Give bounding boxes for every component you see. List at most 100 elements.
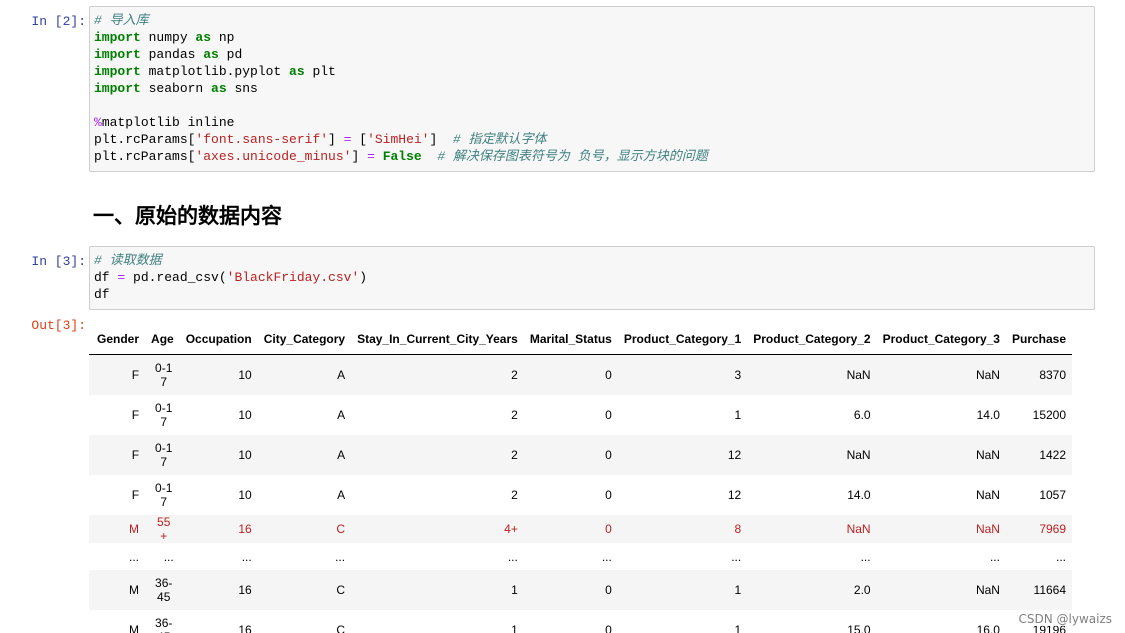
operator: = bbox=[367, 149, 375, 164]
table-cell: 15.0 bbox=[847, 623, 871, 633]
table-cell: 0 bbox=[605, 522, 612, 536]
table-row: l2F0-1710A2012NaNNaN1422 bbox=[89, 435, 1073, 475]
table-cell: F bbox=[131, 488, 140, 502]
table-row: l2F0-1710A2016.014.015200 bbox=[89, 395, 1072, 435]
column-header: Marital_Status bbox=[523, 324, 618, 355]
table-cell: NaN bbox=[975, 583, 1000, 597]
table-cell: 16 bbox=[238, 522, 252, 536]
table-cell: 16.0 bbox=[976, 623, 1000, 633]
table-cell: C bbox=[336, 623, 346, 633]
input-prompt-2: In [2]: bbox=[31, 14, 86, 29]
code-text: ] bbox=[351, 149, 368, 164]
table-cell: F bbox=[131, 368, 140, 382]
code-cell-3[interactable]: # 读取数据 df = pd.read_csv('BlackFriday.csv… bbox=[89, 246, 1095, 310]
output-prompt-3: Out[3]: bbox=[31, 318, 86, 333]
code-text: plt.rcParams[ bbox=[94, 149, 196, 164]
age-value: 0-17 bbox=[155, 441, 173, 469]
table-cell: NaN bbox=[975, 448, 1000, 462]
dataframe-output[interactable]: DGenderAgeOccupationCity_CategoryStay_In… bbox=[89, 324, 1125, 633]
table-cell: 36-45 bbox=[145, 610, 180, 633]
code-text: plt.rcParams[ bbox=[94, 132, 196, 147]
table-cell: 1 bbox=[734, 408, 742, 422]
code-editor[interactable]: # 读取数据 df = pd.read_csv('BlackFriday.csv… bbox=[90, 247, 1094, 308]
table-cell: A bbox=[337, 408, 346, 422]
table-cell: A bbox=[337, 488, 346, 502]
table-cell: 2 bbox=[511, 448, 518, 462]
table-cell: 10 bbox=[238, 448, 252, 462]
table-header-row: DGenderAgeOccupationCity_CategoryStay_In… bbox=[89, 324, 1073, 355]
table-cell: M bbox=[129, 522, 140, 536]
code-comment: # 指定默认字体 bbox=[452, 132, 547, 147]
code-cell-2[interactable]: # 导入库 import numpy as np import pandas a… bbox=[89, 6, 1095, 172]
keyword: import bbox=[94, 30, 141, 45]
code-text: sns bbox=[226, 81, 258, 96]
table-cell: A bbox=[337, 368, 346, 382]
table-cell: 0 bbox=[605, 448, 612, 462]
dataframe-table: DGenderAgeOccupationCity_CategoryStay_In… bbox=[89, 324, 1073, 633]
table-cell: NaN bbox=[846, 448, 871, 462]
table-cell: ... bbox=[731, 549, 742, 564]
column-header: Stay_In_Current_City_Years bbox=[351, 324, 524, 355]
table-cell: 12 bbox=[727, 488, 742, 502]
table-cell: NaN bbox=[975, 522, 1000, 536]
table-cell: ... bbox=[507, 549, 518, 564]
table-row: l2F0-1710A203NaNNaN8370 bbox=[89, 354, 1073, 396]
table-cell: 6.0 bbox=[853, 408, 871, 422]
table-cell: 16 bbox=[238, 583, 252, 597]
table-cell: 2 bbox=[511, 368, 518, 382]
code-editor[interactable]: # 导入库 import numpy as np import pandas a… bbox=[90, 7, 1094, 170]
keyword: as bbox=[195, 30, 212, 45]
table-cell: 1 bbox=[511, 583, 518, 597]
table-cell: 15200 bbox=[1032, 408, 1067, 422]
table-cell: F bbox=[131, 448, 140, 462]
table-cell: ... bbox=[1056, 549, 1067, 564]
age-value: 36-45 bbox=[155, 576, 173, 604]
table-cell: 8370 bbox=[1039, 368, 1067, 382]
table-cell: 1057 bbox=[1039, 488, 1067, 502]
table-cell: 1 bbox=[511, 623, 518, 633]
table-cell: 7969 bbox=[1039, 522, 1067, 536]
code-text: pd.read_csv( bbox=[125, 270, 227, 285]
keyword: as bbox=[203, 47, 219, 62]
table-cell: NaN bbox=[975, 488, 1000, 502]
table-cell: ... bbox=[860, 549, 871, 564]
column-header: Age bbox=[145, 324, 180, 355]
column-header: Product_Category_2 bbox=[747, 324, 877, 355]
column-header: Occupation bbox=[179, 324, 258, 355]
table-cell: 0-17 bbox=[145, 395, 180, 435]
table-cell: 14.0 bbox=[976, 408, 1000, 422]
code-text: numpy bbox=[140, 30, 196, 45]
keyword: as bbox=[211, 81, 227, 96]
table-cell: ... bbox=[601, 549, 612, 564]
table-cell: 10 bbox=[238, 368, 252, 382]
table-row: l2F0-1710A201214.0NaN1057 bbox=[89, 475, 1072, 515]
table-cell: ... bbox=[129, 549, 140, 564]
string-literal: 'SimHei' bbox=[367, 132, 430, 147]
table-cell: 2 bbox=[511, 408, 518, 422]
table-cell: 0 bbox=[605, 583, 612, 597]
table-cell: 0-17 bbox=[145, 355, 180, 396]
table-row: ................................. bbox=[89, 543, 1072, 570]
table-cell: 0 bbox=[605, 488, 612, 502]
table-cell: F bbox=[131, 408, 140, 422]
table-cell: 4+ bbox=[504, 522, 518, 536]
column-header: Product_Category_1 bbox=[617, 324, 748, 355]
table-cell: ... bbox=[241, 549, 252, 564]
code-text: ] bbox=[328, 132, 344, 147]
table-cell: ... bbox=[335, 549, 346, 564]
table-cell: 2 bbox=[511, 488, 518, 502]
column-header: Purchase bbox=[1005, 324, 1073, 355]
table-cell: 1 bbox=[734, 623, 742, 633]
age-value: 36-45 bbox=[155, 616, 173, 633]
column-header: Gender bbox=[91, 324, 146, 355]
watermark: CSDN @lywaizs bbox=[1018, 612, 1112, 626]
table-cell: NaN bbox=[846, 368, 871, 382]
table-cell: NaN bbox=[975, 368, 1000, 382]
code-text: df bbox=[94, 270, 118, 285]
table-cell: M bbox=[129, 623, 140, 633]
code-text: plt bbox=[304, 64, 336, 79]
table-cell: 55+ bbox=[145, 515, 180, 543]
input-prompt-3: In [3]: bbox=[31, 254, 86, 269]
keyword: import bbox=[94, 47, 141, 62]
table-row: l2M36-4516C10115.016.019196 bbox=[89, 610, 1072, 633]
